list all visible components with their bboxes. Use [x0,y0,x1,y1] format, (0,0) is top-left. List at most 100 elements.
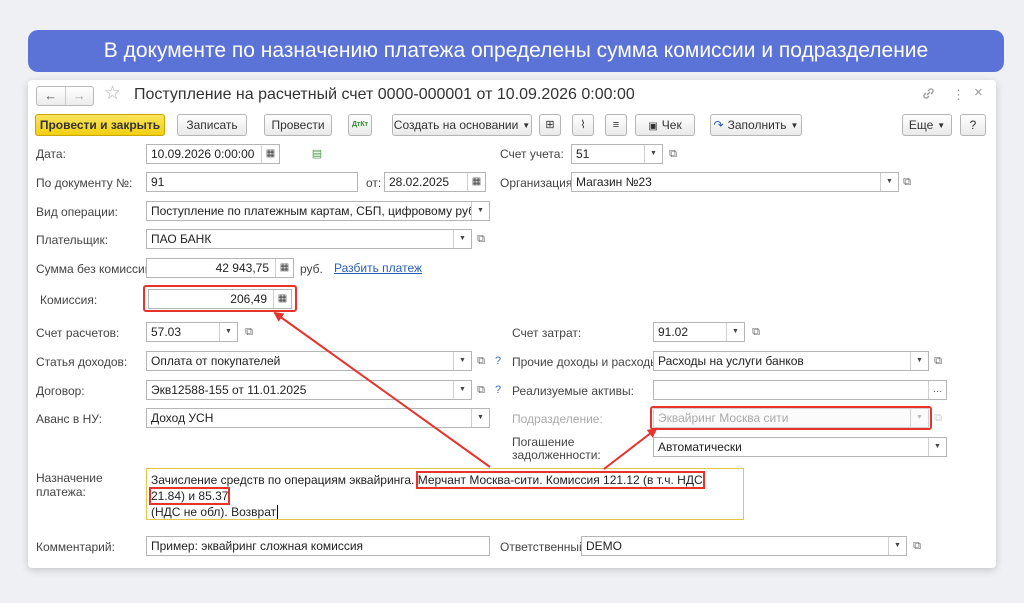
create-based-button[interactable]: Создать на основании ▼ [392,114,532,136]
star-icon[interactable]: ☆ [104,84,121,104]
chevron-down-icon[interactable]: ▼ [471,409,489,427]
receipt-label: Чек [661,118,682,132]
post-and-close-button[interactable]: Провести и закрыть [35,114,165,136]
income-item-field[interactable]: Оплата от покупателей ▼ [146,351,472,371]
arrow-to-division [603,427,658,470]
payer-label: Плательщик: [36,233,109,247]
chevron-down-icon[interactable]: ▼ [880,173,898,191]
ellipsis-icon[interactable]: … [928,381,946,399]
chevron-down-icon: ▼ [522,120,531,130]
chevron-down-icon[interactable]: ▼ [453,381,471,399]
dt-kt-button[interactable]: ДтКт [348,114,372,136]
contract-label: Договор: [36,384,85,398]
contract-field[interactable]: Экв12588-155 от 11.01.2025 ▼ [146,380,472,400]
payer-field[interactable]: ПАО БАНК ▼ [146,229,472,249]
receipt-button[interactable]: ▣ Чек [635,114,695,136]
report-icon[interactable]: ≡ [605,114,627,136]
open-icon[interactable]: ⧉ [472,229,490,249]
split-payment-link[interactable]: Разбить платеж [334,261,422,275]
account-label: Счет учета: [500,147,564,161]
open-icon[interactable]: ⧉ [908,536,926,556]
post-button[interactable]: Провести [264,114,332,136]
cost-account-field[interactable]: 91.02 ▼ [653,322,745,342]
open-icon[interactable]: ⧉ [240,322,258,342]
purpose-textarea[interactable]: Зачисление средств по операциям эквайрин… [146,468,744,520]
fill-arrow-icon: ↷ [713,118,724,132]
responsible-field[interactable]: DEMO ▼ [581,536,907,556]
purpose-label: Назначение платежа: [36,471,103,499]
save-button[interactable]: Записать [177,114,247,136]
calculator-icon[interactable]: ▦ [275,259,293,277]
help-question-icon[interactable]: ? [495,384,501,396]
open-icon[interactable]: ⧉ [664,144,682,164]
help-question-icon[interactable]: ? [495,355,501,367]
date-label: Дата: [36,147,66,161]
calendar-icon[interactable]: ▦ [467,173,485,191]
cost-account-label: Счет затрат: [512,326,582,340]
commission-field[interactable]: 206,49 ▦ [148,289,292,309]
operation-field[interactable]: Поступление по платежным картам, СБП, ци… [146,201,490,221]
from-date-value: 28.02.2025 [389,175,450,189]
calculator-icon[interactable]: ▦ [273,290,291,308]
title-bar: ← → ☆ Поступление на расчетный счет 0000… [28,80,996,110]
currency-label: руб. [300,262,323,276]
repayment-label: Погашение задолженности: [512,436,601,462]
other-income-field[interactable]: Расходы на услуги банков ▼ [653,351,929,371]
sum-field[interactable]: 42 943,75 ▦ [146,258,294,278]
chevron-down-icon[interactable]: ▼ [888,537,906,555]
org-label: Организация: [500,176,576,190]
cost-account-value: 91.02 [658,325,689,339]
open-icon: ⧉ [934,412,942,424]
open-icon[interactable]: ⧉ [898,172,916,192]
advance-label: Аванс в НУ: [36,412,102,426]
link-icon[interactable] [922,87,935,103]
settlement-account-field[interactable]: 57.03 ▼ [146,322,238,342]
open-icon[interactable]: ⧉ [747,322,765,342]
chevron-down-icon: ▼ [910,409,928,427]
purpose-text-start: Зачисление средств по операциям эквайрин… [151,473,415,487]
contract-value: Экв12588-155 от 11.01.2025 [151,383,307,397]
back-arrow-icon[interactable]: ← [37,87,65,105]
chevron-down-icon[interactable]: ▼ [928,438,946,456]
chevron-down-icon[interactable]: ▼ [910,352,928,370]
structure-icon[interactable]: ⊞ [539,114,561,136]
more-vertical-icon[interactable]: ⋮ [952,87,965,103]
chevron-down-icon[interactable]: ▼ [453,352,471,370]
org-field[interactable]: Магазин №23 ▼ [571,172,899,192]
open-icon[interactable]: ⧉ [929,351,947,371]
purpose-label-line-1: Назначение [36,471,103,485]
division-value: Эквайринг Москва сити [658,411,789,425]
chevron-down-icon[interactable]: ▼ [471,202,489,220]
purpose-text-end: (НДС не обл). Возврат [151,505,277,519]
sum-label: Сумма без комиссии: [36,262,155,276]
dt-kt-icon: ДтКт [351,121,369,128]
repayment-field[interactable]: Автоматически ▼ [653,437,947,457]
help-button[interactable]: ? [960,114,986,136]
calendar-icon[interactable]: ▦ [261,145,279,163]
document-window: ← → ☆ Поступление на расчетный счет 0000… [28,80,996,568]
fill-button[interactable]: ↷ Заполнить ▼ [710,114,802,136]
calendar-list-icon[interactable]: ▤ [308,144,326,164]
account-field[interactable]: 51 ▼ [571,144,663,164]
sum-value: 42 943,75 [215,261,269,275]
comment-field[interactable]: Пример: эквайринг сложная комиссия [146,536,490,556]
advance-field[interactable]: Доход УСН ▼ [146,408,490,428]
attachment-icon[interactable]: ⌇ [572,114,594,136]
forward-arrow-icon[interactable]: → [64,87,94,105]
doc-number-field[interactable]: 91 [146,172,358,192]
assets-field[interactable]: … [653,380,947,400]
close-icon[interactable]: × [974,84,983,101]
responsible-label: Ответственный: [500,540,590,554]
text-cursor [277,505,279,519]
chevron-down-icon[interactable]: ▼ [644,145,662,163]
chevron-down-icon[interactable]: ▼ [453,230,471,248]
chevron-down-icon[interactable]: ▼ [726,323,744,341]
from-date-field[interactable]: 28.02.2025 ▦ [384,172,486,192]
more-button[interactable]: Еще ▼ [902,114,952,136]
date-field[interactable]: 10.09.2026 0:00:00 ▦ [146,144,280,164]
open-icon[interactable]: ⧉ [472,351,490,371]
open-icon[interactable]: ⧉ [472,380,490,400]
chevron-down-icon[interactable]: ▼ [219,323,237,341]
commission-label: Комиссия: [40,293,98,307]
other-income-label: Прочие доходы и расходы: [512,355,663,369]
